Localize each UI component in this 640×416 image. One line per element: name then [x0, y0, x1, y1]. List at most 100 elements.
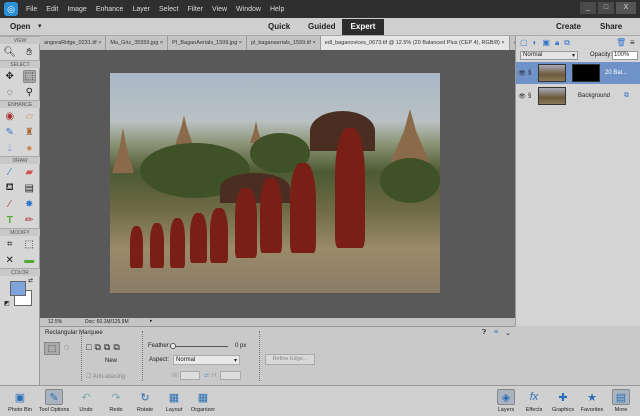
clone-stamp-icon[interactable]: ♜	[23, 126, 36, 139]
label: Organizer	[190, 407, 216, 413]
doc-tab[interactable]: angoraRidge_0231.tif ×	[40, 36, 107, 50]
hand-tool-icon[interactable]: ✋︎	[23, 46, 36, 59]
options-menu-icon[interactable]: ≡	[494, 329, 498, 336]
adjustment-layer-icon[interactable]: ◐	[533, 38, 538, 48]
anti-aliasing-checkbox[interactable]: ☐ Anti-aliasing	[86, 373, 125, 380]
type-tool-icon[interactable]: T	[3, 214, 16, 227]
layer-name: Background	[578, 93, 611, 99]
panel-menu-icon[interactable]: ≡	[630, 38, 635, 47]
gradient-tool-icon[interactable]: ▤	[23, 182, 36, 195]
lock-all-icon[interactable]: ⧉	[564, 38, 570, 48]
doc-tab[interactable]: pl_baganaerials_1599.tif ×	[247, 36, 321, 50]
menu-filter[interactable]: Filter	[187, 6, 203, 13]
organizer-button[interactable]: ▦ Organizer	[185, 389, 221, 414]
tool-options-button[interactable]: ✎ Tool Options	[36, 389, 72, 413]
opacity-field[interactable]: 100%	[612, 51, 638, 60]
favorites-icon: ★	[587, 391, 597, 404]
open-button[interactable]: Open	[10, 22, 30, 31]
menu-window[interactable]: Window	[236, 6, 261, 13]
ellipse-marquee-icon[interactable]: ◌	[64, 342, 69, 352]
lasso-tool-icon[interactable]: ◌	[3, 86, 16, 99]
new-selection-icon[interactable]: □	[86, 342, 91, 353]
lock-icon[interactable]: 🔒︎	[555, 38, 559, 48]
layer-row[interactable]: 👁︎ § Background ⧉	[516, 85, 640, 107]
more-button[interactable]: ▤ More	[603, 389, 639, 413]
feather-slider[interactable]	[170, 346, 228, 347]
blend-mode-select[interactable]: Normal ▾	[520, 51, 578, 60]
content-aware-move-icon[interactable]: ✕	[3, 254, 16, 267]
paint-bucket-icon[interactable]: ⛾	[3, 182, 16, 195]
trash-icon[interactable]: 🗑︎	[616, 38, 626, 47]
layer-row-selected[interactable]: 👁︎ § 20 Bal...	[516, 62, 640, 84]
recompose-tool-icon[interactable]: ⬚	[23, 238, 36, 251]
healing-brush-icon[interactable]: ▱	[23, 110, 36, 123]
move-tool-icon[interactable]: ✥	[3, 70, 16, 83]
maximize-button[interactable]: □	[598, 2, 614, 14]
default-colors-icon[interactable]: ◩	[4, 300, 10, 307]
visibility-eye-icon[interactable]: 👁︎	[516, 70, 528, 77]
status-menu-arrow-icon[interactable]: ▸	[150, 318, 153, 324]
new-layer-icon[interactable]: ▢	[520, 38, 528, 48]
add-selection-icon[interactable]: ⧉	[94, 342, 100, 353]
layer-mask-icon[interactable]: ▣	[542, 38, 550, 48]
menu-file[interactable]: File	[26, 6, 37, 13]
subtract-selection-icon[interactable]: ⧉	[104, 342, 110, 353]
help-icon[interactable]: ❓︎	[482, 329, 486, 337]
brush-tool-icon[interactable]: ⁄	[3, 166, 16, 179]
width-field[interactable]	[180, 371, 200, 380]
refine-edge-button[interactable]: Refine Edge...	[265, 354, 315, 365]
crop-tool-icon[interactable]: ⌗	[3, 238, 16, 251]
minimize-button[interactable]: _	[580, 2, 596, 14]
pencil-tool-icon[interactable]: ✏︎	[23, 214, 36, 227]
doc-size: Doc: 60.1M/125.9M	[85, 319, 129, 325]
eraser-tool-icon[interactable]: ▰	[23, 166, 36, 179]
collapse-chevron-icon[interactable]: ⌄	[505, 329, 511, 337]
section-color: COLOR	[0, 268, 40, 276]
zoom-tool-icon[interactable]: 🔍︎	[3, 46, 16, 59]
custom-shape-icon[interactable]: ✸	[23, 198, 36, 211]
menu-select[interactable]: Select	[159, 6, 178, 13]
marquee-tool-icon[interactable]: ⬚	[22, 69, 36, 83]
doc-tab[interactable]: Ma_Griz_35559.jpg ×	[106, 36, 169, 50]
sponge-tool-icon[interactable]: ●	[23, 142, 36, 155]
mode-guided[interactable]: Guided	[308, 22, 336, 31]
menu-image[interactable]: Image	[67, 6, 86, 13]
close-button[interactable]: X	[616, 2, 636, 14]
menu-edit[interactable]: Edit	[46, 6, 58, 13]
swap-dimensions-icon[interactable]: ⇄	[204, 372, 209, 379]
photo-bin-button[interactable]: ▣ Photo Bin	[2, 389, 38, 414]
photo-bin-icon: ▣	[14, 391, 26, 404]
visibility-eye-icon[interactable]: 👁︎	[516, 93, 528, 100]
open-dropdown-icon[interactable]: ▾	[38, 22, 42, 30]
foreground-color-swatch[interactable]	[10, 281, 26, 296]
zoom-level[interactable]: 12.5%	[48, 319, 62, 325]
doc-tab[interactable]: PI_BaganAerials_1599.jpg ×	[168, 36, 248, 50]
blur-tool-icon[interactable]: 💧︎	[3, 142, 16, 155]
menu-view[interactable]: View	[212, 6, 227, 13]
redo-icon: ↷	[111, 391, 121, 404]
rect-marquee-icon[interactable]: ⬚	[44, 342, 60, 355]
more-icon: ▤	[612, 389, 630, 405]
quick-selection-tool-icon[interactable]: ⚲	[23, 86, 36, 99]
aspect-select[interactable]: Normal ▾	[173, 355, 240, 365]
section-select: SELECT	[0, 60, 40, 68]
straighten-tool-icon[interactable]: ▬	[23, 254, 36, 267]
menu-enhance[interactable]: Enhance	[96, 6, 124, 13]
document-image[interactable]	[110, 73, 440, 293]
label: Rotate	[136, 407, 154, 413]
intersect-selection-icon[interactable]: ⧉	[113, 342, 119, 353]
red-eye-tool-icon[interactable]: ◉	[3, 110, 16, 123]
menu-layer[interactable]: Layer	[132, 6, 150, 13]
feather-slider-handle[interactable]	[170, 343, 176, 349]
doc-tab-active[interactable]: edl_baganovices_0673.tif @ 12.5% (20 Bal…	[320, 36, 510, 50]
mode-quick[interactable]: Quick	[268, 22, 290, 31]
menu-help[interactable]: Help	[270, 6, 284, 13]
smart-brush-icon[interactable]: ✎	[3, 126, 16, 139]
eyedropper-icon[interactable]: ⁄	[3, 198, 16, 211]
mode-expert[interactable]: Expert	[342, 19, 384, 35]
swap-colors-icon[interactable]: ⇄	[28, 277, 33, 284]
aspect-label: Aspect:	[149, 357, 170, 363]
share-button[interactable]: Share	[600, 22, 622, 31]
height-field[interactable]	[220, 371, 241, 380]
create-button[interactable]: Create	[556, 22, 581, 31]
